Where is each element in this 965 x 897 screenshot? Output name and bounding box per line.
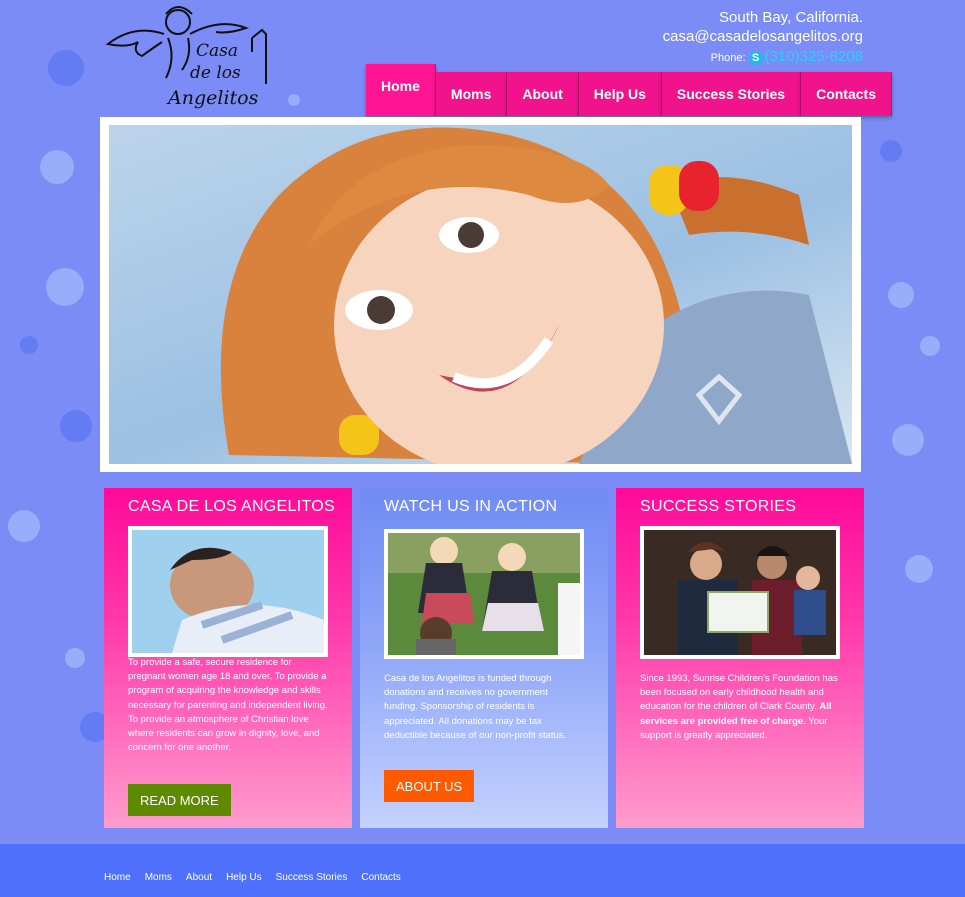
footer-link-moms[interactable]: Moms <box>145 872 172 883</box>
kids-photo <box>388 533 580 655</box>
nav-success-stories[interactable]: Success Stories <box>661 72 802 116</box>
baby-photo <box>132 530 324 653</box>
footer-link-success-stories[interactable]: Success Stories <box>276 872 348 883</box>
nav-help-us[interactable]: Help Us <box>578 72 662 116</box>
casa-thumbnail <box>128 526 328 657</box>
footer-link-about[interactable]: About <box>186 872 212 883</box>
watch-box: WATCH US IN ACTION Casa de los Angelitos… <box>360 488 608 828</box>
nav-home[interactable]: Home <box>366 64 436 116</box>
success-title: SUCCESS STORIES <box>640 498 797 515</box>
watch-thumbnail <box>384 529 584 659</box>
main-nav: Home Moms About Help Us Success Stories … <box>366 64 892 116</box>
logo-text-delos: de los <box>190 63 241 83</box>
header-contact: South Bay, California. casa@casadelosang… <box>663 8 863 66</box>
hero-image <box>109 125 852 464</box>
footer-nav: Home Moms About Help Us Success Stories … <box>104 872 401 883</box>
logo-text-angelitos: Angelitos <box>166 87 259 109</box>
phone-line: Phone: S (310)325-8208 <box>663 48 863 66</box>
nav-moms[interactable]: Moms <box>435 72 508 116</box>
phone-label: Phone: <box>710 52 746 64</box>
nav-contacts[interactable]: Contacts <box>801 72 892 116</box>
about-us-button[interactable]: ABOUT US <box>384 770 475 802</box>
footer-link-help-us[interactable]: Help Us <box>226 872 262 883</box>
footer-link-home[interactable]: Home <box>104 872 131 883</box>
phone-number[interactable]: (310)325-8208 <box>765 48 863 65</box>
certificate-photo <box>644 530 836 655</box>
footer: Home Moms About Help Us Success Stories … <box>0 844 965 897</box>
success-box: SUCCESS STORIES Since 1993, Sunrise Chil… <box>616 488 864 828</box>
footer-link-contacts[interactable]: Contacts <box>361 872 400 883</box>
site-logo[interactable]: Casa de los Angelitos <box>104 4 276 114</box>
read-more-button[interactable]: READ MORE <box>128 784 231 816</box>
casa-text: To provide a safe, secure residence for … <box>128 657 328 754</box>
casa-box: CASA DE LOS ANGELITOS To provide a safe,… <box>104 488 352 828</box>
location-text: South Bay, California. <box>719 9 863 26</box>
watch-text: Casa de los Angelitos is funded through … <box>384 673 567 741</box>
success-text-before: Since 1993, Sunrise Children's Foundatio… <box>640 673 838 713</box>
skype-icon[interactable]: S <box>748 51 763 66</box>
nav-about[interactable]: About <box>507 72 579 116</box>
watch-title: WATCH US IN ACTION <box>384 498 558 515</box>
logo-text-casa: Casa <box>196 41 238 61</box>
email-link[interactable]: casa@casadelosangelitos.org <box>663 27 863 46</box>
hero-frame <box>100 117 861 472</box>
success-text: Since 1993, Sunrise Children's Foundatio… <box>640 672 840 743</box>
casa-title: CASA DE LOS ANGELITOS <box>128 498 335 515</box>
success-thumbnail <box>640 526 840 659</box>
